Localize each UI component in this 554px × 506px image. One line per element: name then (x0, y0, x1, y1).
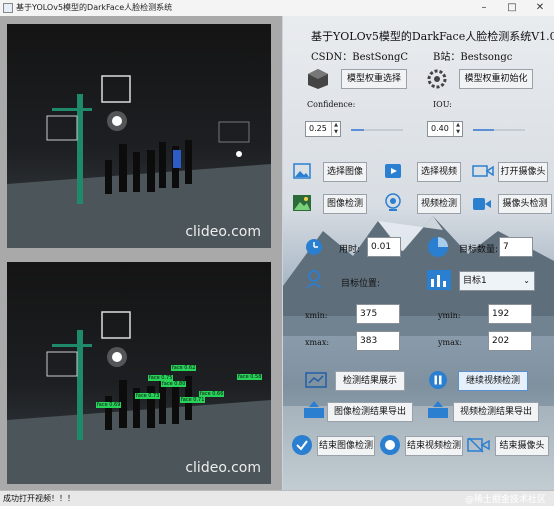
site-watermark: @稀土掘金技术社区 (464, 495, 546, 505)
gear-icon (427, 69, 447, 89)
confidence-label: Confidence: (307, 100, 356, 109)
end-camera-button[interactable]: 结束摄像头 (495, 436, 549, 456)
iou-value: 0.40 (431, 124, 449, 133)
camera-icon (472, 165, 494, 177)
count-field: 7 (499, 237, 533, 257)
open-camera-button[interactable]: 打开摄像头 (498, 162, 548, 182)
video-detect-button[interactable]: 视频检测 (417, 194, 461, 214)
camera-off-icon (467, 437, 490, 453)
export-image-results-button[interactable]: 图像检测结果导出 (327, 402, 413, 422)
detection-label: face 0.71 (180, 397, 206, 403)
image-detect-button[interactable]: 图像检测 (323, 194, 367, 214)
bar-chart-icon (427, 270, 451, 290)
iou-spinbox[interactable]: 0.40 ▲ ▼ (427, 121, 463, 137)
export-video-results-button[interactable]: 视频检测结果导出 (453, 402, 539, 422)
stop-record-icon (380, 435, 400, 455)
end-image-detect-button[interactable]: 结束图像检测 (317, 436, 375, 456)
clock-icon (306, 239, 322, 255)
video-area: clideo.com face 0.69 face 0.75 face 0.62… (0, 16, 282, 490)
video-file-icon (385, 164, 401, 178)
results-screen-icon (305, 372, 327, 388)
source-video: clideo.com (7, 24, 271, 248)
xmax-field: 383 (356, 331, 400, 351)
chevron-down-icon[interactable]: ⌄ (523, 272, 530, 290)
detection-label: face 0.80 (161, 381, 187, 387)
location-pin-icon (306, 270, 322, 289)
count-label: 目标数量: (459, 245, 499, 255)
detection-label: face 0.62 (171, 365, 197, 371)
app-window: 基于YOLOv5模型的DarkFace人脸检测系统 – □ ✕ clideo.c… (0, 0, 554, 506)
iou-slider-fill (473, 129, 494, 131)
csdn-label: CSDN：BestSongC (311, 52, 409, 63)
position-label: 目标位置: (341, 279, 381, 289)
confidence-value: 0.25 (309, 124, 327, 133)
end-video-detect-button[interactable]: 结束视频检测 (405, 436, 463, 456)
time-label: 用时: (339, 245, 361, 255)
control-panel: 基于YOLOv5模型的DarkFace人脸检测系统V1.0 CSDN：BestS… (283, 16, 554, 490)
confidence-spinbox[interactable]: 0.25 ▲ ▼ (305, 121, 341, 137)
window-title: 基于YOLOv5模型的DarkFace人脸检测系统 (16, 3, 173, 12)
xmax-label: xmax: (305, 338, 330, 347)
app-icon (3, 3, 13, 13)
spin-arrows-icon[interactable]: ▲ ▼ (453, 122, 462, 136)
xmin-field: 375 (356, 304, 400, 324)
status-text: 成功打开视频！！！ (3, 494, 75, 503)
detection-scene (7, 262, 271, 484)
select-image-button[interactable]: 选择图像 (323, 162, 367, 182)
camera-detect-button[interactable]: 摄像头检测 (498, 194, 552, 214)
target-select-value: 目标1 (463, 276, 487, 286)
confidence-slider[interactable] (351, 129, 403, 131)
show-results-button[interactable]: 检测结果展示 (335, 371, 405, 391)
xmin-label: xmin: (305, 311, 328, 320)
webcam-icon (385, 193, 401, 211)
watermark: clideo.com (185, 460, 261, 476)
ymax-field: 202 (488, 331, 532, 351)
ymin-field: 192 (488, 304, 532, 324)
pause-icon (429, 371, 447, 389)
watermark: clideo.com (185, 224, 261, 240)
status-bar: 成功打开视频！！！ @稀土掘金技术社区 (0, 490, 554, 506)
time-field: 0.01 (367, 237, 401, 257)
image-detect-icon (293, 195, 311, 211)
export-icon (428, 401, 448, 418)
ymax-label: ymax: (438, 338, 463, 347)
bilibili-label: B站：Bestsongc (433, 52, 513, 63)
model-select-button[interactable]: 模型权重选择 (341, 69, 407, 89)
basketball-court-scene (7, 24, 271, 248)
video-camera-icon (473, 198, 491, 210)
iou-slider[interactable] (473, 129, 525, 131)
close-icon[interactable]: ✕ (526, 0, 554, 16)
check-circle-icon (292, 435, 312, 455)
image-icon (293, 163, 311, 179)
spin-arrows-icon[interactable]: ▲ ▼ (331, 122, 340, 136)
continue-video-button[interactable]: 继续视频检测 (458, 371, 528, 391)
target-select[interactable]: 目标1 ⌄ (459, 271, 535, 291)
detection-label: face 0.73 (135, 393, 161, 399)
model-init-button[interactable]: 模型权重初始化 (459, 69, 533, 89)
minimize-icon[interactable]: – (470, 0, 498, 16)
detection-label: face 0.69 (96, 402, 122, 408)
title-bar: 基于YOLOv5模型的DarkFace人脸检测系统 – □ ✕ (0, 0, 554, 17)
maximize-icon[interactable]: □ (498, 0, 526, 16)
pie-chart-icon (428, 237, 448, 257)
confidence-slider-fill (351, 129, 364, 131)
export-icon (304, 401, 324, 418)
app-heading: 基于YOLOv5模型的DarkFace人脸检测系统V1.0 (311, 30, 554, 43)
select-video-button[interactable]: 选择视频 (417, 162, 461, 182)
detection-video: face 0.69 face 0.75 face 0.62 face 0.80 … (7, 262, 271, 484)
cube-icon (308, 69, 328, 89)
iou-label: IOU: (433, 100, 452, 109)
ymin-label: ymin: (438, 311, 461, 320)
detection-label: face 0.58 (237, 374, 263, 380)
detection-label: face 0.66 (199, 391, 225, 397)
